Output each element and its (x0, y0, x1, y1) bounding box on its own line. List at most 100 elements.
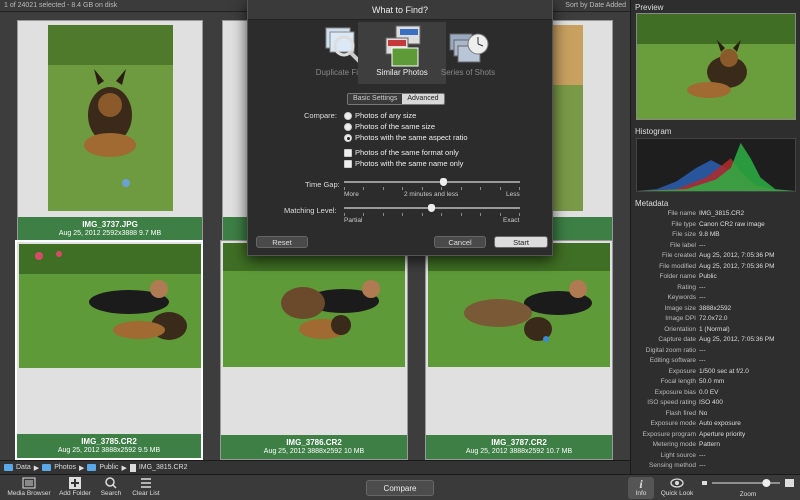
metadata-value: --- (699, 241, 706, 249)
metadata-row: Digital zoom ratio --- (631, 347, 800, 358)
metadata-row: Focal length 50.0 mm (631, 378, 800, 389)
metadata-value: Aug 25, 2012, 7:05:36 PM (699, 252, 775, 259)
time-gap-slider[interactable] (344, 178, 520, 190)
inspector-sidebar: Preview Histogram Metadata File name IMG_… (630, 0, 800, 476)
photo-caption: IMG_3737.JPG Aug 25, 2012 2592x3888 9.7 … (18, 217, 202, 241)
photo-thumbnail (428, 243, 610, 367)
photo-info: Aug 25, 2012 3888x2592 9.5 MB (57, 447, 161, 454)
metadata-key: Exposure mode (650, 420, 696, 427)
path-segment[interactable]: Public (99, 464, 118, 471)
checkbox-label: Photos with the same name only (355, 159, 464, 168)
photo-cell[interactable]: IMG_3737.JPG Aug 25, 2012 2592x3888 9.7 … (17, 20, 203, 242)
slider-knob[interactable] (440, 178, 447, 186)
photo-info: Aug 25, 2012 3888x2592 10.7 MB (465, 448, 573, 455)
path-segment[interactable]: Photos (54, 464, 76, 471)
start-button[interactable]: Start (494, 236, 548, 248)
folder-icon (4, 464, 13, 471)
photo-name: IMG_3737.JPG (82, 220, 138, 229)
checkbox-label: Photos of the same format only (355, 148, 459, 157)
matching-level-slider[interactable] (344, 204, 520, 216)
metadata-row: Folder name Public (631, 273, 800, 284)
path-segment[interactable]: IMG_3815.CR2 (139, 464, 188, 471)
radio-label: Photos of the same size (355, 122, 436, 131)
dialog-title: What to Find? (248, 0, 552, 20)
metadata-key: File label (669, 241, 696, 249)
tab-basic-settings[interactable]: Basic Settings (348, 94, 403, 104)
photo-info: Aug 25, 2012 3888x2592 10 MB (263, 448, 365, 455)
photo-thumbnail (19, 244, 201, 368)
bottom-toolbar: Media Browser Add Folder Search Clear Li… (0, 474, 800, 500)
checkbox[interactable] (344, 148, 352, 157)
compare-button[interactable]: Compare (366, 480, 434, 496)
arrow-icon: ▶ (121, 464, 127, 472)
eye-icon (670, 477, 684, 489)
settings-tabs: Basic Settings Advanced (347, 93, 445, 105)
photo-thumbnail (223, 243, 405, 367)
radio-button[interactable] (344, 122, 352, 131)
metadata-key: Keywords (667, 294, 696, 301)
metadata-key: Flash fired (665, 409, 696, 417)
cancel-button[interactable]: Cancel (434, 236, 486, 248)
photo-cell[interactable]: IMG_3785.CR2 Aug 25, 2012 3888x2592 9.5 … (15, 240, 203, 460)
radio-same-aspect[interactable]: Photos with the same aspect ratio (344, 133, 468, 142)
mode-series-of-shots[interactable]: Series of Shots (424, 22, 512, 84)
metadata-value: 3888x2592 (699, 304, 732, 312)
metadata-key: Metering mode (652, 441, 696, 448)
metadata-row: File type Canon CR2 raw image (631, 221, 800, 232)
zoom-control[interactable]: Zoom (700, 477, 796, 498)
metadata-key: Exposure (668, 367, 696, 375)
metadata-row: Flash fired No (631, 410, 800, 421)
metadata-row: File size 9.8 MB (631, 231, 800, 242)
large-image-icon (785, 479, 794, 487)
reset-button[interactable]: Reset (256, 236, 308, 248)
metadata-value: No (699, 409, 708, 417)
check-same-format[interactable]: Photos of the same format only (344, 148, 459, 157)
slider-knob[interactable] (428, 204, 435, 212)
metadata-value: --- (699, 346, 706, 354)
metadata-key: Exposure bias (654, 388, 696, 396)
zoom-label: Zoom (739, 491, 757, 498)
media-browser-button[interactable]: Media Browser (6, 477, 52, 497)
checkbox[interactable] (344, 159, 352, 168)
clear-list-label: Clear List (132, 490, 160, 497)
check-same-name[interactable]: Photos with the same name only (344, 159, 463, 168)
search-button[interactable]: Search (98, 477, 124, 497)
metadata-row: Light source --- (631, 452, 800, 463)
radio-any-size[interactable]: Photos of any size (344, 111, 416, 120)
radio-button[interactable] (344, 111, 352, 120)
metadata-value: --- (699, 294, 706, 301)
info-button[interactable]: i Info (628, 477, 654, 499)
radio-same-size[interactable]: Photos of the same size (344, 122, 435, 131)
metadata-row: Exposure program Aperture priority (631, 431, 800, 442)
photo-cell[interactable]: IMG_3786.CR2 Aug 25, 2012 3888x2592 10 M… (220, 240, 408, 460)
mode-selector: Duplicate Files Similar Photos Series of… (248, 22, 552, 84)
metadata-value: --- (699, 451, 706, 459)
photo-caption: IMG_3787.CR2 Aug 25, 2012 3888x2592 10.7… (426, 435, 612, 459)
add-folder-button[interactable]: Add Folder (56, 477, 94, 497)
tab-advanced[interactable]: Advanced (402, 94, 444, 104)
metadata-row: File label --- (631, 242, 800, 253)
metadata-row: Image size 3888x2592 (631, 305, 800, 316)
metadata-value: 72.0x72.0 (699, 315, 728, 322)
time-less-label: Less (506, 191, 520, 198)
metadata-key: Capture date (658, 336, 696, 343)
radio-label: Photos of any size (355, 111, 417, 120)
metadata-value: Public (699, 273, 717, 280)
clear-list-button[interactable]: Clear List (128, 477, 164, 497)
time-more-label: More (344, 191, 359, 198)
path-segment[interactable]: Data (16, 464, 31, 471)
metadata-key: Focal length (660, 378, 696, 385)
arrow-icon: ▶ (78, 464, 85, 472)
zoom-knob[interactable] (762, 479, 771, 487)
metadata-key: Folder name (659, 273, 697, 280)
search-icon (104, 477, 118, 489)
metadata-row: Keywords --- (631, 294, 800, 305)
preview-header: Preview (635, 3, 664, 12)
preview-image (636, 13, 796, 120)
compare-label: Compare: (304, 111, 337, 120)
metadata-key: Image size (664, 304, 696, 312)
quick-look-button[interactable]: Quick Look (658, 477, 696, 497)
photo-cell[interactable]: IMG_3787.CR2 Aug 25, 2012 3888x2592 10.7… (425, 240, 613, 460)
radio-button[interactable] (344, 133, 352, 142)
sort-dropdown[interactable]: Sort by Date Added (565, 2, 626, 9)
